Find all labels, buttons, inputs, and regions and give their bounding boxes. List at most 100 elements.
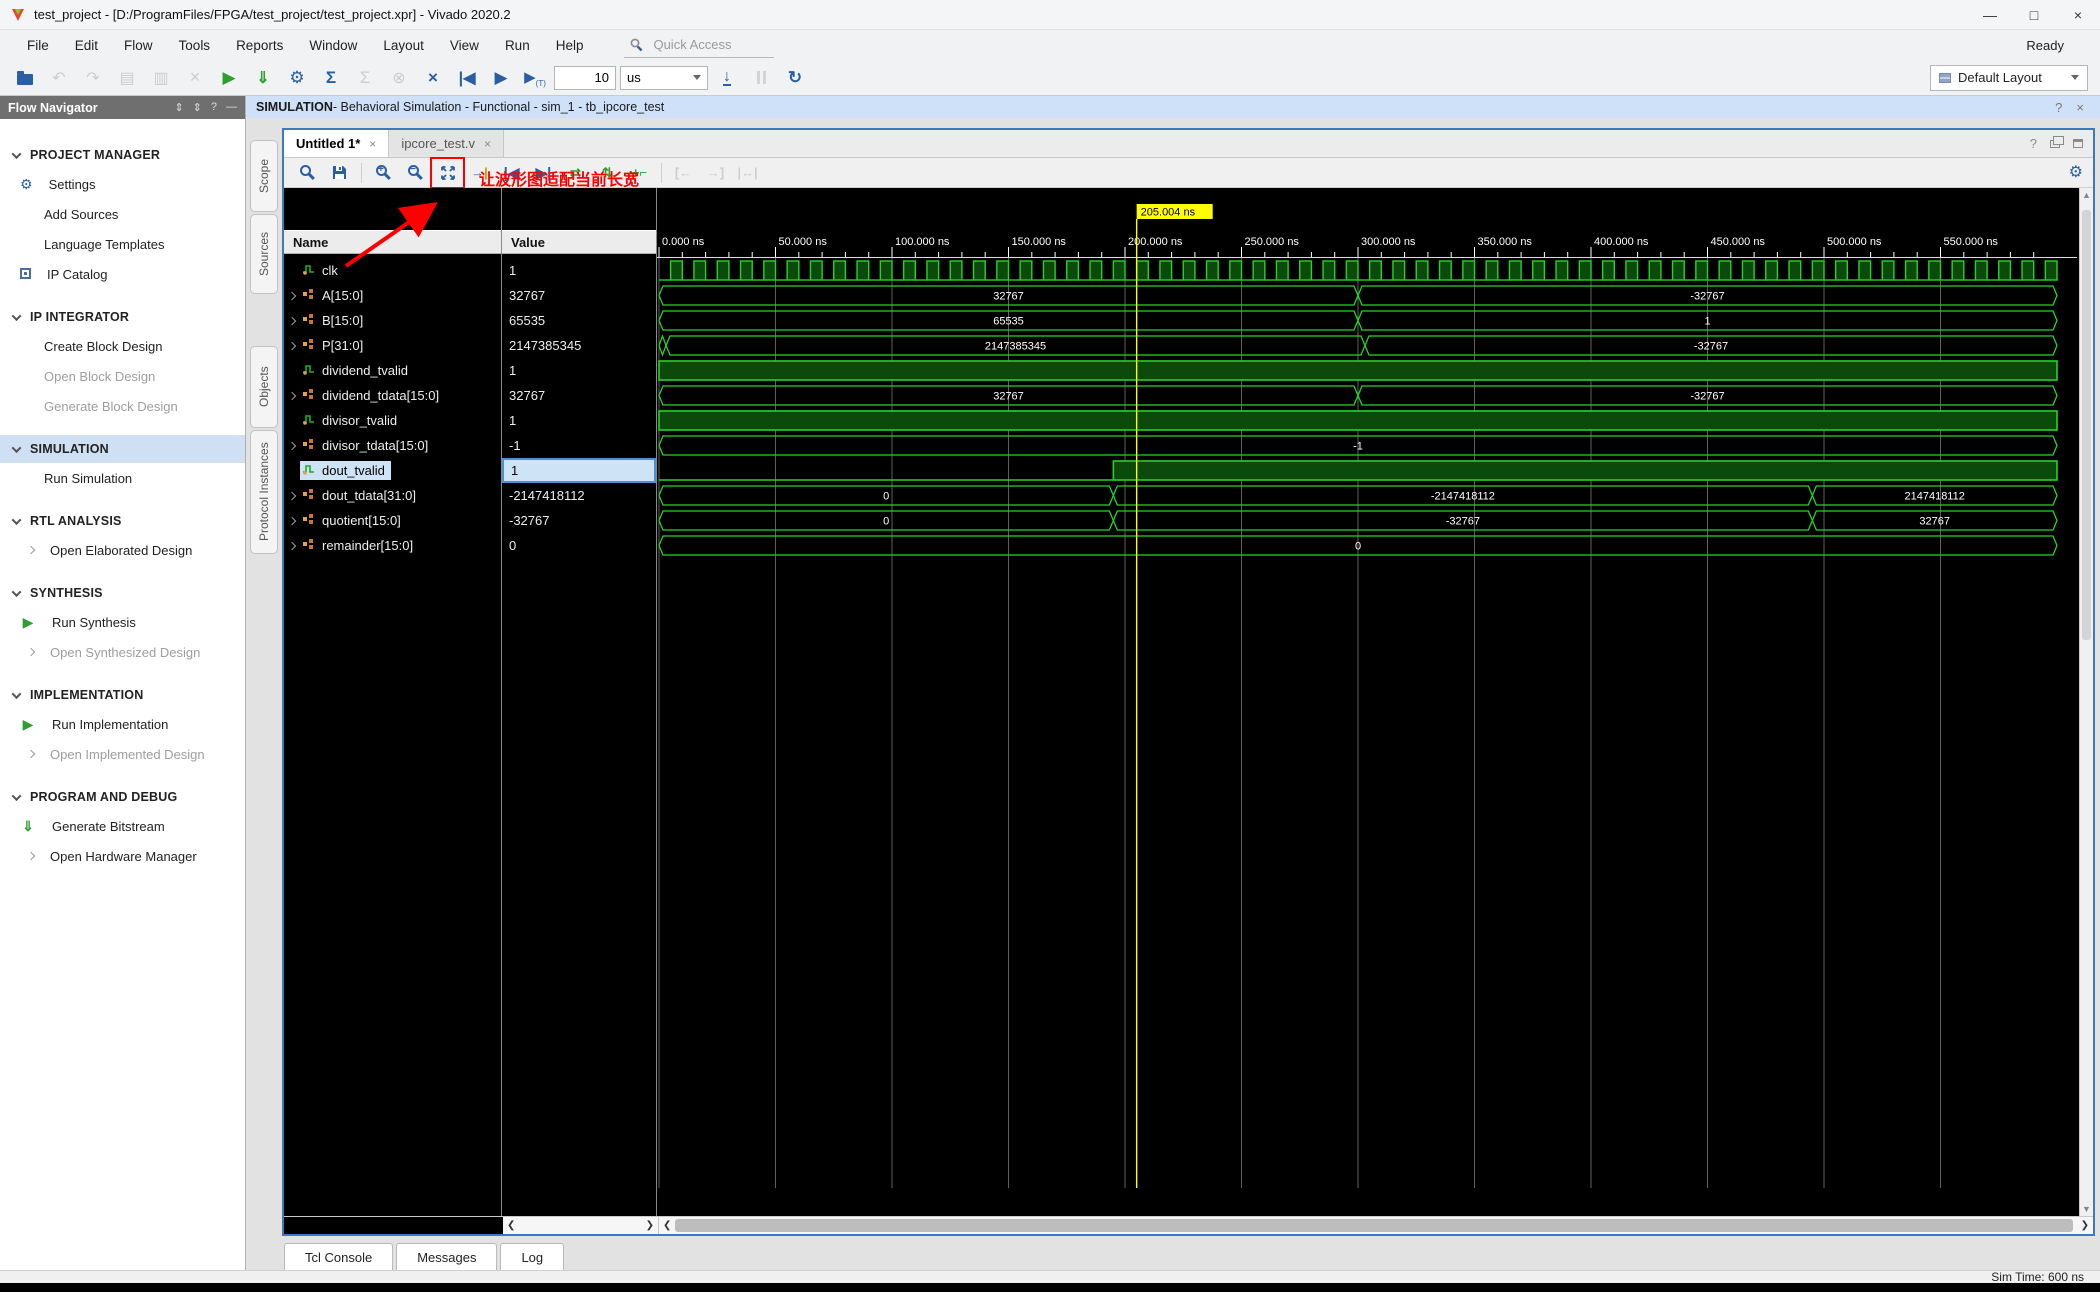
side-tab-scope[interactable]: Scope — [250, 140, 278, 212]
menu-reports[interactable]: Reports — [223, 34, 296, 57]
side-tab-sources[interactable]: Sources — [250, 214, 278, 294]
time-unit-select[interactable]: us — [620, 65, 708, 90]
signal-value-p-31-0[interactable]: 2147385345 — [502, 333, 656, 358]
settings-gear-icon[interactable]: ⚙ — [282, 64, 312, 92]
flow-item-open-hardware-manager[interactable]: Open Hardware Manager — [0, 841, 245, 871]
flow-item-generate-bitstream[interactable]: ⇓ Generate Bitstream — [0, 811, 245, 841]
zoom-out-icon[interactable]: − — [402, 161, 429, 185]
flow-item-language-templates[interactable]: Language Templates — [0, 229, 245, 259]
signal-value-quotient-15-0[interactable]: -32767 — [502, 508, 656, 533]
float-window-icon[interactable] — [2050, 135, 2064, 148]
signal-row-dividend-tvalid[interactable]: dividend_tvalid — [284, 358, 501, 383]
flow-section-project-manager[interactable]: PROJECT MANAGER — [0, 141, 245, 169]
signal-value-a-15-0[interactable]: 32767 — [502, 283, 656, 308]
signal-row-quotient-15-0[interactable]: quotient[15:0] — [284, 508, 501, 533]
expand-icon[interactable] — [287, 291, 297, 300]
side-tab-protocol-instances[interactable]: Protocol Instances — [250, 430, 278, 554]
signal-row-a-15-0[interactable]: A[15:0] — [284, 283, 501, 308]
waveform-scrollbar-thumb[interactable] — [675, 1219, 2073, 1232]
value-column-scrollbar[interactable]: ❮ ❯ — [503, 1217, 659, 1234]
expand-icon[interactable] — [287, 316, 297, 325]
flow-section-program-and-debug[interactable]: PROGRAM AND DEBUG — [0, 783, 245, 811]
run-flow-icon[interactable]: ▶ — [214, 64, 244, 92]
run-time-input[interactable] — [554, 65, 616, 90]
generate-bitstream-icon[interactable]: ⇓ — [248, 64, 278, 92]
menu-edit[interactable]: Edit — [62, 34, 111, 57]
waveform-scrollbar[interactable]: ❮ ❯ — [659, 1217, 2093, 1234]
maximize-panel-icon[interactable] — [2073, 139, 2083, 148]
scroll-right-icon[interactable]: ❯ — [646, 1220, 654, 1231]
close-panel-icon[interactable]: × — [2076, 100, 2084, 115]
minimize-button[interactable]: — — [1968, 0, 2012, 30]
flow-item-ip-catalog[interactable]: IP Catalog — [0, 259, 245, 289]
search-icon[interactable] — [294, 161, 321, 185]
flow-section-implementation[interactable]: IMPLEMENTATION — [0, 681, 245, 709]
menu-run[interactable]: Run — [492, 34, 543, 57]
side-tab-objects[interactable]: Objects — [250, 346, 278, 428]
collapse-all-icon[interactable]: ⇕ — [174, 101, 183, 114]
flow-section-synthesis[interactable]: SYNTHESIS — [0, 579, 245, 607]
signal-value-remainder-15-0[interactable]: 0 — [502, 533, 656, 558]
signal-row-dividend-tdata-15-0[interactable]: dividend_tdata[15:0] — [284, 383, 501, 408]
signal-value-divisor-tvalid[interactable]: 1 — [502, 408, 656, 433]
save-icon[interactable] — [326, 161, 353, 185]
waveform-plot-area[interactable]: 0.000 ns 50.000 ns 100.000 ns 150.000 ns 200… — [657, 188, 2079, 1216]
flow-section-rtl-analysis[interactable]: RTL ANALYSIS — [0, 507, 245, 535]
maximize-button[interactable]: □ — [2012, 0, 2056, 30]
run-for-time-icon[interactable]: ▶(T) — [520, 64, 550, 92]
flow-item-run-implementation[interactable]: ▶ Run Implementation — [0, 709, 245, 739]
vertical-scrollbar[interactable]: ▲ ▼ — [2079, 188, 2093, 1216]
menu-view[interactable]: View — [437, 34, 492, 57]
wave-settings-gear-icon[interactable]: ⚙ — [2069, 162, 2083, 182]
signal-row-p-31-0[interactable]: P[31:0] — [284, 333, 501, 358]
scroll-left-icon[interactable]: ❮ — [507, 1220, 515, 1231]
signal-row-b-15-0[interactable]: B[15:0] — [284, 308, 501, 333]
menu-layout[interactable]: Layout — [370, 34, 437, 57]
menu-file[interactable]: File — [14, 34, 62, 57]
minimize-panel-icon[interactable]: — — [226, 101, 237, 114]
signal-row-divisor-tdata-15-0[interactable]: divisor_tdata[15:0] — [284, 433, 501, 458]
expand-all-icon[interactable]: ⇕ — [193, 101, 202, 114]
console-tab-log[interactable]: Log — [500, 1243, 565, 1270]
expand-icon[interactable] — [287, 541, 297, 550]
menu-window[interactable]: Window — [296, 34, 370, 57]
signal-row-dout-tvalid[interactable]: dout_tvalid — [284, 458, 501, 483]
menu-tools[interactable]: Tools — [166, 34, 224, 57]
expand-icon[interactable] — [287, 516, 297, 525]
help-icon[interactable]: ? — [2030, 136, 2037, 151]
signal-value-b-15-0[interactable]: 65535 — [502, 308, 656, 333]
expand-icon[interactable] — [287, 491, 297, 500]
signal-value-dividend-tvalid[interactable]: 1 — [502, 358, 656, 383]
help-icon[interactable]: ? — [211, 101, 217, 114]
restart-sim-icon[interactable]: |◀ — [452, 64, 482, 92]
help-icon[interactable]: ? — [2055, 100, 2062, 115]
relaunch-icon[interactable]: × — [418, 64, 448, 92]
close-tab-icon[interactable]: × — [369, 137, 376, 151]
layout-selector[interactable]: Default Layout — [1930, 64, 2088, 91]
scroll-left-icon[interactable]: ❮ — [663, 1220, 671, 1231]
signal-value-dout-tvalid[interactable]: 1 — [502, 458, 656, 483]
signal-row-dout-tdata-31-0[interactable]: dout_tdata[31:0] — [284, 483, 501, 508]
menu-help[interactable]: Help — [543, 34, 597, 57]
scroll-right-icon[interactable]: ❯ — [2081, 1220, 2089, 1231]
close-button[interactable]: × — [2056, 0, 2100, 30]
flow-item-add-sources[interactable]: Add Sources — [0, 199, 245, 229]
flow-item-run-simulation[interactable]: Run Simulation — [0, 463, 245, 493]
zoom-fit-icon[interactable] — [430, 156, 465, 189]
signal-value-dividend-tdata-15-0[interactable]: 32767 — [502, 383, 656, 408]
vertical-scrollbar-thumb[interactable] — [2082, 210, 2091, 640]
zoom-in-icon[interactable]: + — [370, 161, 397, 185]
scroll-up-icon[interactable]: ▲ — [2080, 188, 2093, 202]
signal-value-clk[interactable]: 1 — [502, 258, 656, 283]
close-tab-icon[interactable]: × — [484, 137, 491, 151]
signal-value-dout-tdata-31-0[interactable]: -2147418112 — [502, 483, 656, 508]
expand-icon[interactable] — [287, 441, 297, 450]
quick-access-search[interactable]: Quick Access — [624, 33, 775, 58]
flow-section-ip-integrator[interactable]: IP INTEGRATOR — [0, 303, 245, 331]
scroll-down-icon[interactable]: ▼ — [2080, 1202, 2093, 1216]
signal-row-divisor-tvalid[interactable]: divisor_tvalid — [284, 408, 501, 433]
open-project-icon[interactable] — [10, 64, 40, 92]
flow-item-create-block-design[interactable]: Create Block Design — [0, 331, 245, 361]
expand-icon[interactable] — [287, 391, 297, 400]
signal-value-divisor-tdata-15-0[interactable]: -1 — [502, 433, 656, 458]
